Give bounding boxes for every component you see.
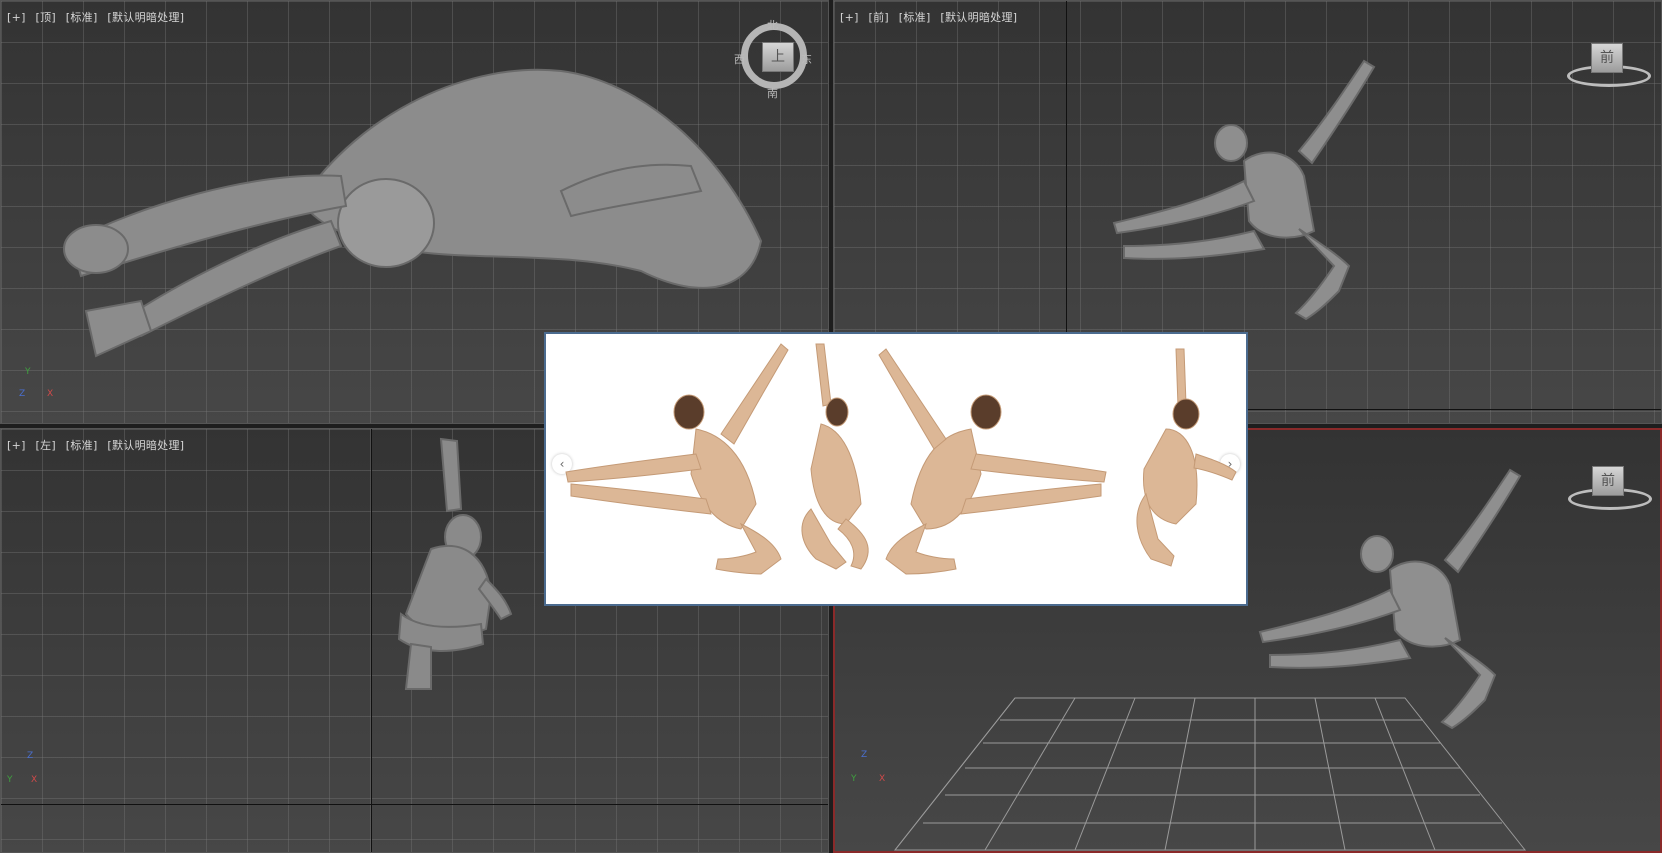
reference-image-popup[interactable]: ‹ › [544, 332, 1248, 606]
reference-photo-4 [1136, 348, 1237, 567]
viewcube-top-face[interactable]: 上 [762, 42, 794, 72]
reference-photo-2 [801, 343, 869, 570]
axis-gizmo-b: X [879, 774, 886, 784]
compass-south: 南 [767, 87, 778, 100]
compass-north: 北 [767, 19, 778, 32]
axis-gizmo-a: Z [27, 751, 34, 761]
reference-photo-3 [878, 348, 1107, 575]
axis-gizmo-c: Z [19, 389, 26, 399]
compass-west: 西 [734, 53, 745, 66]
axis-gizmo-a: Y [25, 367, 31, 377]
axis-gizmo-c: X [31, 775, 38, 785]
axis-gizmo-c: Y [851, 774, 857, 784]
reference-photo-1 [565, 343, 789, 575]
compass-east: 东 [801, 53, 812, 66]
axis-gizmo-b: X [47, 389, 54, 399]
reference-photos [565, 343, 1237, 575]
viewcube-front-face[interactable]: 前 [1591, 43, 1623, 73]
viewcube-persp-face[interactable]: 前 [1592, 466, 1624, 496]
axis-gizmo-a: Z [861, 750, 868, 760]
axis-gizmo-b: Y [7, 775, 13, 785]
